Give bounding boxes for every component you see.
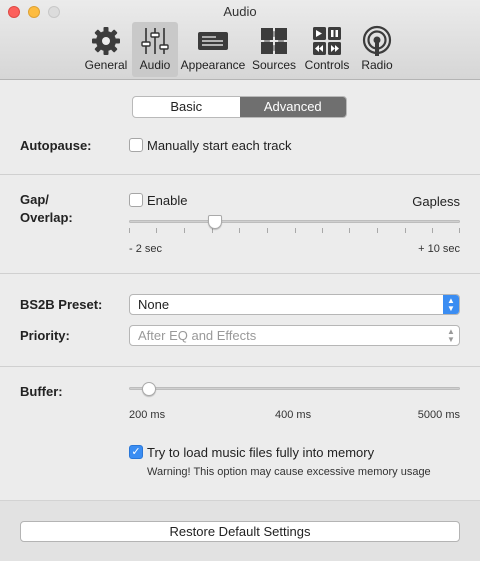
- memory-warning-text: Warning! This option may cause excessive…: [147, 466, 431, 478]
- toolbar-label: Radio: [361, 58, 393, 72]
- buffer-slider-track[interactable]: [129, 387, 460, 390]
- toolbar-radio[interactable]: Radio: [356, 22, 398, 77]
- tab-basic[interactable]: Basic: [133, 97, 240, 117]
- footer-bar: Restore Default Settings: [0, 500, 480, 561]
- autopause-checkbox[interactable]: [129, 138, 143, 152]
- toolbar-label: Sources: [251, 58, 297, 72]
- gap-enable-label: Enable: [147, 193, 188, 208]
- playback-controls-icon: [313, 27, 341, 55]
- autopause-label: Autopause:: [20, 138, 92, 153]
- gap-slider-knob[interactable]: [208, 215, 223, 229]
- separator: [0, 273, 480, 274]
- tab-advanced[interactable]: Advanced: [239, 97, 346, 117]
- puzzle-icon: [261, 28, 287, 54]
- toolbar-controls[interactable]: Controls: [302, 22, 352, 77]
- toolbar-label: Appearance: [180, 58, 246, 72]
- memory-load-label: Try to load music files fully into memor…: [147, 445, 375, 460]
- display-icon: [198, 32, 228, 50]
- toolbar-appearance[interactable]: Appearance: [180, 22, 246, 77]
- toolbar-audio[interactable]: Audio: [132, 22, 178, 77]
- gap-label: Gap/: [20, 192, 49, 207]
- autopause-checkbox-label: Manually start each track: [147, 138, 292, 153]
- toolbar-label: Controls: [304, 58, 350, 72]
- select-arrows-icon: ▲ ▼: [447, 327, 455, 344]
- overlap-label: Overlap:: [20, 210, 73, 225]
- radio-broadcast-icon: [362, 25, 392, 56]
- buffer-tick-label: 200 ms: [129, 409, 166, 421]
- memory-load-checkbox[interactable]: ✓: [129, 445, 143, 459]
- toolbar-label: Audio: [139, 58, 171, 72]
- priority-select[interactable]: After EQ and Effects ▲ ▼: [129, 325, 460, 346]
- gear-icon: [92, 27, 120, 55]
- gap-slider-track[interactable]: [129, 220, 460, 223]
- mode-segmented-control[interactable]: Basic Advanced: [132, 96, 347, 118]
- buffer-tick-label: 5000 ms: [417, 409, 460, 421]
- preferences-pane: Basic Advanced Autopause: Manually start…: [0, 80, 480, 500]
- toolbar-sources[interactable]: Sources: [250, 22, 298, 77]
- select-arrows-icon: ▲ ▼: [443, 295, 459, 314]
- bs2b-label: BS2B Preset:: [20, 297, 103, 312]
- priority-value: After EQ and Effects: [138, 328, 257, 343]
- gap-enable-checkbox[interactable]: [129, 193, 143, 207]
- bs2b-preset-value: None: [138, 297, 170, 312]
- toolbar-label: General: [84, 58, 128, 72]
- gap-value-label: Gapless: [412, 194, 460, 209]
- gap-min-label: - 2 sec: [129, 243, 163, 255]
- gap-slider-ticks: [129, 228, 460, 233]
- toolbar-general[interactable]: General: [82, 22, 130, 77]
- buffer-slider-knob[interactable]: [141, 382, 156, 396]
- restore-defaults-button[interactable]: Restore Default Settings: [20, 521, 460, 542]
- buffer-tick-label: 400 ms: [275, 409, 312, 421]
- separator: [0, 174, 480, 175]
- gap-max-label: + 10 sec: [418, 243, 460, 255]
- priority-label: Priority:: [20, 328, 70, 343]
- title-bar: Audio General Audio Appearance Sources C…: [0, 0, 480, 80]
- buffer-label: Buffer:: [20, 384, 63, 399]
- sliders-icon: [141, 28, 169, 54]
- separator: [0, 366, 480, 367]
- bs2b-preset-select[interactable]: None ▲ ▼: [129, 294, 460, 315]
- window-title: Audio: [223, 4, 257, 19]
